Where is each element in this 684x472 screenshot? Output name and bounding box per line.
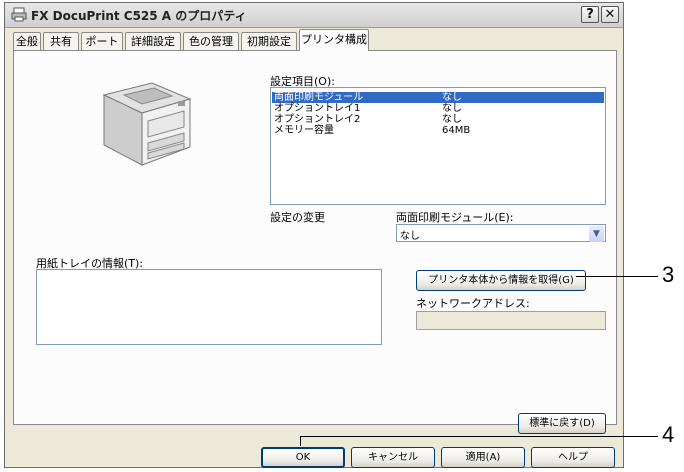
tab-advanced[interactable]: 詳細設定	[125, 32, 181, 50]
get-printer-info-button[interactable]: プリンタ本体から情報を取得(G)	[416, 270, 586, 291]
chevron-down-icon[interactable]: ▼	[589, 226, 604, 242]
list-item-value: なし	[442, 103, 462, 114]
apply-button[interactable]: 適用(A)	[441, 447, 525, 468]
list-item[interactable]: オプショントレイ2 なし	[272, 114, 604, 125]
list-item-value: なし	[442, 92, 462, 103]
duplex-module-select[interactable]: なし ▼	[396, 224, 606, 242]
tray-info-box[interactable]	[36, 269, 382, 345]
tab-color-management[interactable]: 色の管理	[183, 32, 239, 50]
callout-number-4: 4	[662, 422, 675, 447]
help-title-button[interactable]: ?	[581, 6, 599, 23]
tab-sharing[interactable]: 共有	[43, 32, 79, 50]
list-item-name: オプショントレイ2	[274, 114, 361, 125]
callout-line-4	[300, 436, 658, 437]
restore-defaults-button[interactable]: 標準に戻す(D)	[518, 413, 606, 434]
callout-line-3	[576, 276, 658, 277]
list-item[interactable]: オプショントレイ1 なし	[272, 103, 604, 114]
tab-printer-config[interactable]: プリンタ構成	[299, 29, 369, 51]
duplex-module-label: 両面印刷モジュール(E):	[396, 211, 514, 224]
title-bar: FX DocuPrint C525 A のプロパティ ? ✕	[5, 3, 623, 28]
network-address-label: ネットワークアドレス:	[416, 297, 530, 310]
list-item-name: オプショントレイ1	[274, 103, 361, 114]
list-item-value: なし	[442, 114, 462, 125]
list-item-name: 両面印刷モジュール	[274, 92, 364, 103]
change-label: 設定の変更	[270, 211, 325, 224]
list-item-value: 64MB	[442, 125, 471, 136]
window-title: FX DocuPrint C525 A のプロパティ	[31, 9, 247, 23]
list-item[interactable]: メモリー容量 64MB	[272, 125, 604, 136]
cancel-button[interactable]: キャンセル	[351, 447, 435, 468]
settings-list[interactable]: 両面印刷モジュール なし オプショントレイ1 なし オプショントレイ2 なし メ…	[270, 87, 606, 205]
close-button[interactable]: ✕	[601, 6, 619, 23]
ok-button[interactable]: OK	[261, 447, 345, 468]
list-item[interactable]: 両面印刷モジュール なし	[272, 92, 604, 103]
tab-ports[interactable]: ポート	[81, 32, 123, 50]
help-button[interactable]: ヘルプ	[531, 447, 615, 468]
callout-number-3: 3	[662, 262, 675, 287]
printer-illustration	[102, 82, 192, 166]
properties-dialog: FX DocuPrint C525 A のプロパティ ? ✕ 全般 共有 ポート…	[4, 2, 624, 468]
network-address-field	[416, 311, 606, 330]
tab-panel: 設定項目(O): 両面印刷モジュール なし オプショントレイ1 なし オプション…	[13, 50, 617, 434]
list-item-name: メモリー容量	[274, 125, 334, 136]
tab-general[interactable]: 全般	[13, 32, 41, 50]
tab-defaults[interactable]: 初期設定	[241, 32, 297, 50]
printer-icon	[11, 7, 27, 22]
duplex-module-value: なし	[400, 231, 420, 242]
callout-tick-4	[300, 436, 301, 446]
